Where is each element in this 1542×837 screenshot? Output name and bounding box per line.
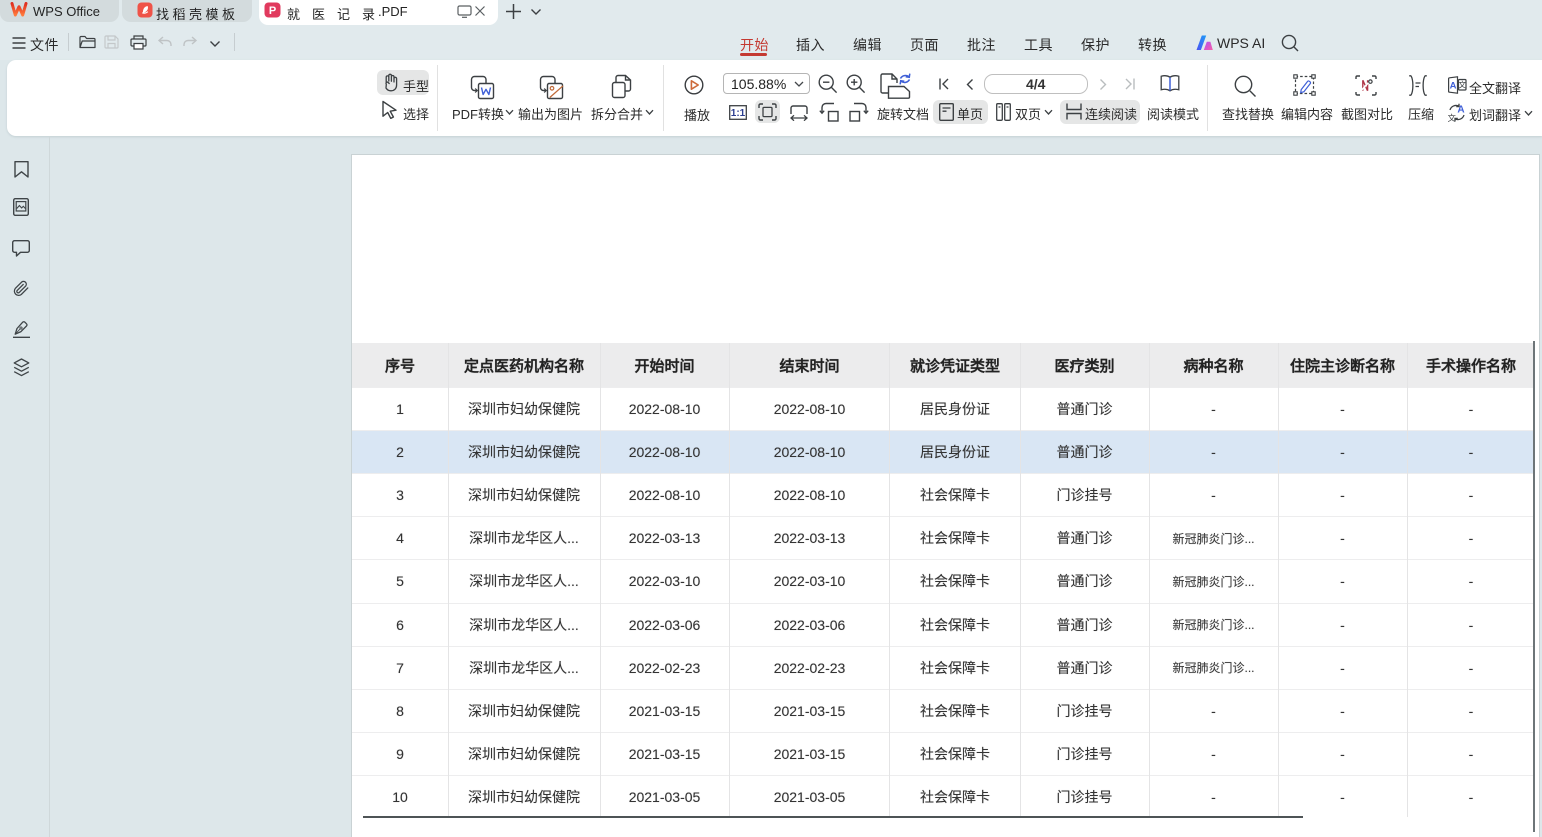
svg-text:P: P — [269, 5, 276, 17]
svg-text:A: A — [1457, 105, 1464, 116]
svg-text:文: 文 — [1458, 80, 1466, 90]
svg-text:A: A — [1450, 81, 1457, 92]
svg-text:1:1: 1:1 — [731, 108, 746, 119]
svg-text:文: 文 — [1448, 113, 1456, 122]
